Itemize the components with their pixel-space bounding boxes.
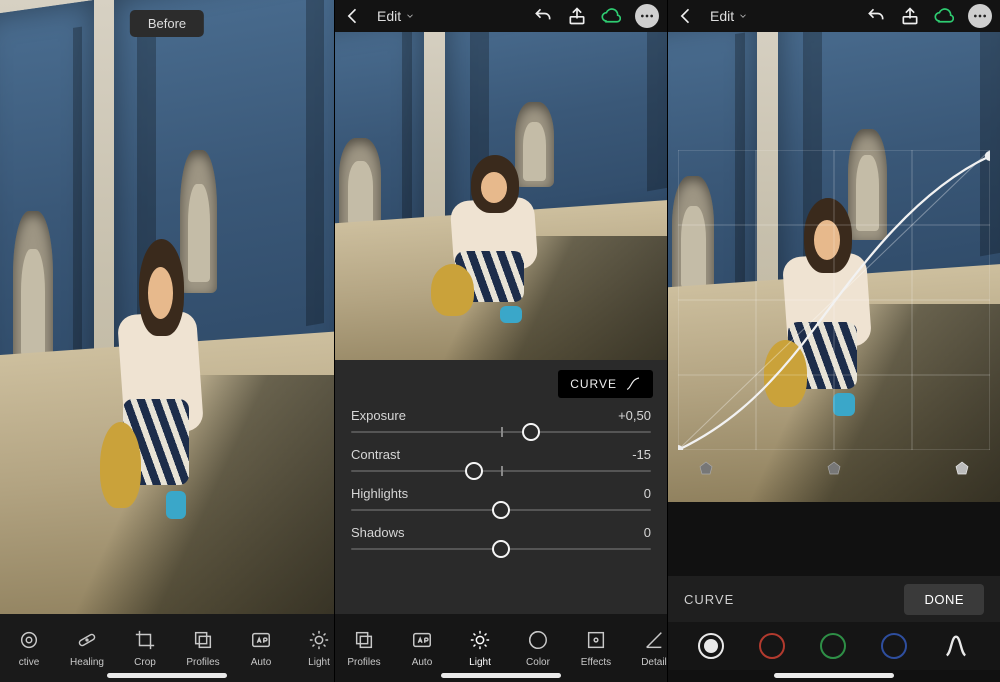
cloud-sync-icon[interactable] <box>934 6 954 26</box>
cloud-sync-icon[interactable] <box>601 6 621 26</box>
tool-auto[interactable]: Auto <box>232 629 290 668</box>
tool-label: Profiles <box>186 657 219 668</box>
share-icon[interactable] <box>900 6 920 26</box>
slider-shadows[interactable]: Shadows 0 <box>351 525 651 550</box>
slider-value: 0 <box>644 486 651 501</box>
tool-label: Auto <box>251 657 272 668</box>
light-panel: CURVE Exposure +0,50 Contrast -15 Highlights… <box>335 360 667 614</box>
tool-label: ctive <box>19 657 40 668</box>
bottom-toolbar: ProfilesAutoLightColorEffectsDetailGeor <box>335 614 667 682</box>
tool-healing[interactable]: Healing <box>58 629 116 668</box>
photo-preview <box>0 0 334 682</box>
photo-preview[interactable] <box>668 32 1000 502</box>
back-icon[interactable] <box>676 6 696 26</box>
channel-green[interactable] <box>820 633 846 659</box>
edit-label: Edit <box>377 8 401 24</box>
slider-label: Exposure <box>351 408 406 423</box>
curve-zone-handles[interactable] <box>678 460 990 490</box>
slider-contrast[interactable]: Contrast -15 <box>351 447 651 472</box>
photo-preview[interactable] <box>335 32 667 360</box>
top-bar: Edit <box>335 0 667 32</box>
more-icon[interactable] <box>635 4 659 28</box>
tool-label: Auto <box>412 657 433 668</box>
tool-label: Detail <box>641 657 667 668</box>
slider-value: +0,50 <box>618 408 651 423</box>
slider-track[interactable] <box>351 509 651 511</box>
curve-channel-picker <box>668 622 1000 670</box>
home-indicator <box>441 673 561 678</box>
tool-label: Effects <box>581 657 611 668</box>
channel-blue[interactable] <box>881 633 907 659</box>
tool-effects[interactable]: Effects <box>567 629 625 668</box>
tool-label: Healing <box>70 657 104 668</box>
tool-light[interactable]: Light <box>290 629 334 668</box>
slider-label: Highlights <box>351 486 408 501</box>
slider-track[interactable] <box>351 548 651 550</box>
edit-menu[interactable]: Edit <box>710 8 748 24</box>
tool-selective[interactable]: ctive <box>0 629 58 668</box>
channel-luminance[interactable] <box>698 633 724 659</box>
edit-menu[interactable]: Edit <box>377 8 415 24</box>
slider-label: Shadows <box>351 525 404 540</box>
slider-value: -15 <box>632 447 651 462</box>
tool-label: Crop <box>134 657 156 668</box>
curve-button-label: CURVE <box>570 377 617 391</box>
bottom-toolbar: ctiveHealingCropProfilesAutoLightColor <box>0 614 334 682</box>
undo-icon[interactable] <box>533 6 553 26</box>
tool-label: Profiles <box>347 657 380 668</box>
channel-parametric[interactable] <box>942 632 970 660</box>
back-icon[interactable] <box>343 6 363 26</box>
curve-footer: CURVE DONE <box>668 576 1000 622</box>
undo-icon[interactable] <box>866 6 886 26</box>
tool-detail[interactable]: Detail <box>625 629 667 668</box>
screen-light-panel: Edit CURVE Expos <box>334 0 667 682</box>
home-indicator <box>107 673 227 678</box>
tool-label: Light <box>308 657 330 668</box>
tool-crop[interactable]: Crop <box>116 629 174 668</box>
edit-label: Edit <box>710 8 734 24</box>
slider-value: 0 <box>644 525 651 540</box>
curve-button[interactable]: CURVE <box>558 370 653 398</box>
top-bar: Edit <box>668 0 1000 32</box>
slider-track[interactable] <box>351 431 651 433</box>
home-indicator <box>774 673 894 678</box>
slider-highlights[interactable]: Highlights 0 <box>351 486 651 511</box>
slider-label: Contrast <box>351 447 400 462</box>
tool-light[interactable]: Light <box>451 629 509 668</box>
more-icon[interactable] <box>968 4 992 28</box>
tool-color[interactable]: Color <box>509 629 567 668</box>
screen-curve-editor: Edit <box>667 0 1000 682</box>
screen-before: Before ctive Healing Crop Profiles Auto Light… <box>0 0 334 682</box>
tool-label: Color <box>526 657 550 668</box>
share-icon[interactable] <box>567 6 587 26</box>
done-button[interactable]: DONE <box>904 584 984 615</box>
tool-label: Light <box>469 657 491 668</box>
tool-profiles[interactable]: Profiles <box>174 629 232 668</box>
curve-label: CURVE <box>684 592 734 607</box>
slider-exposure[interactable]: Exposure +0,50 <box>351 408 651 433</box>
tool-auto[interactable]: Auto <box>393 629 451 668</box>
channel-red[interactable] <box>759 633 785 659</box>
slider-track[interactable] <box>351 470 651 472</box>
before-badge: Before <box>130 10 204 37</box>
tool-profiles[interactable]: Profiles <box>335 629 393 668</box>
